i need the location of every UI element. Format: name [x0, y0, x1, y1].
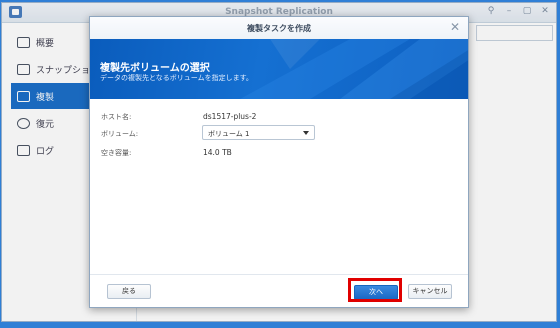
dialog-banner: 複製先ボリュームの選択 データの複製先となるボリュームを指定します。 — [90, 39, 468, 99]
host-name-label: ホスト名: — [101, 113, 132, 121]
volume-select-value: ボリューム 1 — [208, 130, 250, 138]
back-button[interactable]: 戻る — [107, 284, 151, 299]
next-button-highlight — [348, 278, 402, 302]
dialog-title: 複製タスクを作成 — [247, 24, 311, 33]
host-name-value: ds1517-plus-2 — [203, 112, 257, 121]
free-space-label: 空き容量: — [101, 149, 132, 157]
volume-label: ボリューム: — [101, 130, 139, 138]
create-replication-dialog: 複製タスクを作成 ✕ 複製先ボリュームの選択 データの複製先となるボリュームを指… — [89, 16, 469, 308]
chevron-down-icon — [303, 131, 309, 135]
cancel-button[interactable]: キャンセル — [408, 284, 452, 299]
volume-select[interactable]: ボリューム 1 — [202, 125, 315, 140]
free-space-value: 14.0 TB — [203, 148, 232, 157]
banner-title: 複製先ボリュームの選択 — [100, 63, 210, 74]
banner-subtitle: データの複製先となるボリュームを指定します。 — [100, 74, 253, 82]
close-icon[interactable]: ✕ — [450, 20, 460, 34]
dialog-footer: 戻る 次へ キャンセル — [90, 274, 468, 307]
dialog-titlebar: 複製タスクを作成 ✕ — [90, 17, 468, 40]
